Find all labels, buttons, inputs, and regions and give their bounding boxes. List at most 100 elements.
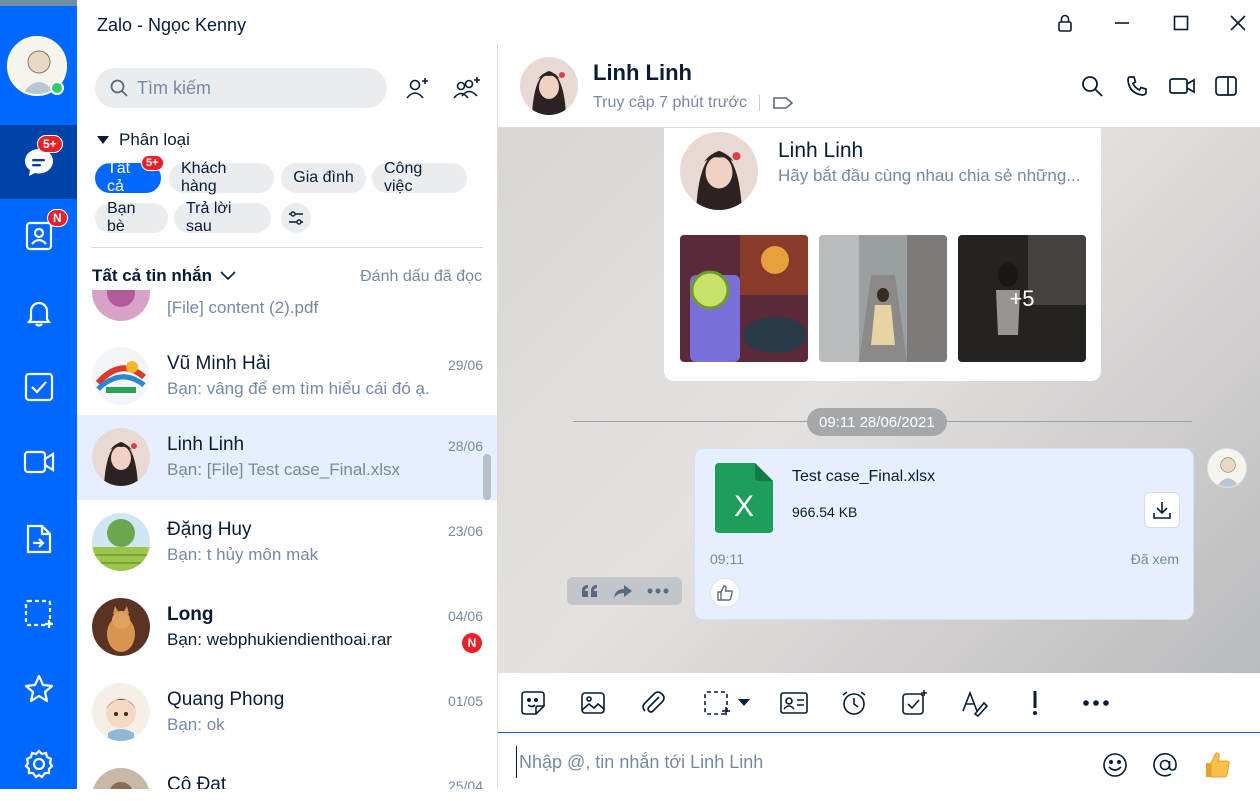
- rail-messages[interactable]: 5+: [0, 125, 77, 199]
- send-image-button[interactable]: [577, 687, 609, 719]
- list-item[interactable]: Cô Đạt 25/04: [77, 755, 497, 789]
- phone-icon: [1125, 74, 1149, 98]
- conversation-preview: Bạn: ok: [167, 715, 225, 734]
- assign-task-button[interactable]: [898, 687, 930, 719]
- close-icon: [1229, 14, 1247, 32]
- filter-section-toggle[interactable]: Phân loại: [97, 130, 190, 150]
- video-call-button[interactable]: [1167, 71, 1197, 101]
- voice-call-button[interactable]: [1122, 71, 1152, 101]
- rail-contacts[interactable]: N: [0, 199, 77, 273]
- window-frame: [0, 0, 77, 6]
- search-icon: [109, 78, 129, 98]
- sticker-button[interactable]: [517, 687, 549, 719]
- conversation-name: Vũ Minh Hải: [167, 353, 271, 374]
- conversation-preview: Bạn: vâng để em tìm hiểu cái đó ạ.: [167, 379, 430, 398]
- avatar: [92, 428, 150, 486]
- forward-icon[interactable]: [613, 583, 633, 599]
- list-filter-dropdown[interactable]: Tất cả tin nhắn: [92, 266, 236, 286]
- list-item[interactable]: Linh Linh Bạn: [File] Test case_Final.xl…: [77, 415, 497, 500]
- thumbs-up-icon: [1202, 750, 1232, 780]
- sticker-icon: [519, 689, 547, 717]
- scrollbar-thumb[interactable]: [483, 454, 491, 500]
- react-button[interactable]: [710, 578, 740, 608]
- list-item[interactable]: Long Bạn: webphukiendienthoai.rar 04/06 …: [77, 585, 497, 670]
- more-options-button[interactable]: [1080, 687, 1112, 719]
- rail-video[interactable]: [0, 425, 77, 499]
- search-input[interactable]: Tìm kiếm: [95, 68, 387, 108]
- chip-settings-button[interactable]: [281, 203, 311, 233]
- screenshot-button[interactable]: [698, 687, 754, 719]
- maximize-button[interactable]: [1166, 8, 1196, 38]
- mark-important-button[interactable]: [1019, 687, 1051, 719]
- toggle-info-panel-button[interactable]: [1211, 71, 1241, 101]
- conversation-name: Cô Đạt: [167, 774, 227, 789]
- list-item[interactable]: Đặng Huy Bạn: t hủy môn mak 23/06: [77, 500, 497, 585]
- file-message-bubble[interactable]: X Test case_Final.xlsx 966.54 KB 09:11 Đ…: [694, 448, 1194, 620]
- conversation-date: 23/06: [447, 523, 483, 539]
- close-button[interactable]: [1223, 8, 1253, 38]
- lock-button[interactable]: [1050, 8, 1080, 38]
- conversation-preview: Bạn: webphukiendienthoai.rar: [167, 630, 392, 649]
- create-group-button[interactable]: [451, 72, 483, 104]
- minimize-icon: [1113, 14, 1131, 32]
- rail-todo[interactable]: [0, 350, 77, 424]
- rail-settings[interactable]: [0, 727, 77, 801]
- conversation-preview: [File] content (2).pdf: [167, 298, 319, 317]
- quote-icon[interactable]: [580, 583, 600, 599]
- message-composer: [498, 734, 1260, 789]
- chip-friends[interactable]: Bạn bè: [95, 200, 168, 235]
- chat-avatar[interactable]: [520, 57, 578, 115]
- profile-photo[interactable]: [819, 235, 947, 362]
- reminder-button[interactable]: [838, 687, 870, 719]
- divider: [91, 247, 483, 248]
- chat-status: Truy cập 7 phút trước: [593, 94, 794, 112]
- filter-title: Phân loại: [119, 130, 190, 149]
- profile-intro-card[interactable]: Linh Linh Hãy bắt đầu cùng nhau chia sẻ …: [664, 128, 1101, 381]
- avatar: [680, 132, 758, 210]
- quick-like-button[interactable]: [1202, 750, 1232, 780]
- search-icon: [1080, 74, 1104, 98]
- conversation-name: Linh Linh: [167, 434, 245, 455]
- list-item[interactable]: [File] content (2).pdf: [77, 290, 497, 335]
- image-icon: [579, 689, 607, 717]
- mark-all-read-button[interactable]: Đánh dấu đã đọc: [360, 268, 482, 286]
- avatar: [92, 598, 150, 656]
- list-item[interactable]: Vũ Minh Hải Bạn: vâng để em tìm hiểu cái…: [77, 334, 497, 419]
- format-icon: [960, 689, 988, 717]
- tag-icon[interactable]: [772, 95, 794, 111]
- text-format-button[interactable]: [958, 687, 990, 719]
- message-input[interactable]: [516, 746, 1076, 778]
- messages-badge: 5+: [37, 135, 63, 153]
- add-friend-button[interactable]: [402, 72, 434, 104]
- rail-screenshot[interactable]: [0, 577, 77, 651]
- conversation-sidebar: Tìm kiếm Phân loại Tất cả 5+ Khách hàng …: [77, 44, 498, 789]
- rail-favorites[interactable]: [0, 652, 77, 726]
- profile-photo-more[interactable]: +5: [958, 235, 1086, 362]
- chip-family[interactable]: Gia đình: [281, 163, 366, 193]
- chip-reply-later[interactable]: Trả lời sau: [174, 200, 271, 235]
- profile-photo[interactable]: [680, 235, 808, 362]
- attach-file-button[interactable]: [637, 687, 669, 719]
- rail-notifications[interactable]: [0, 276, 77, 350]
- star-icon: [23, 673, 55, 705]
- gear-icon: [23, 748, 55, 780]
- download-button[interactable]: [1144, 492, 1180, 528]
- conversation-date: 28/06: [447, 438, 483, 454]
- chip-customers[interactable]: Khách hàng: [169, 160, 274, 195]
- caret-down-icon: [738, 699, 750, 707]
- emoji-button[interactable]: [1100, 750, 1130, 780]
- more-icon[interactable]: [647, 588, 669, 594]
- unread-badge: N: [462, 633, 482, 653]
- chip-work[interactable]: Công việc: [372, 160, 467, 195]
- conversation-date: 25/04: [447, 778, 483, 789]
- contact-card-icon: [779, 689, 809, 717]
- mention-button[interactable]: [1150, 750, 1180, 780]
- search-messages-button[interactable]: [1077, 71, 1107, 101]
- rail-documents[interactable]: [0, 502, 77, 576]
- send-contact-card-button[interactable]: [778, 687, 810, 719]
- list-item[interactable]: Quang Phong Bạn: ok 01/05: [77, 670, 497, 755]
- chevron-down-icon: [220, 271, 236, 281]
- minimize-button[interactable]: [1107, 8, 1137, 38]
- avatar: [92, 683, 150, 741]
- divider: [759, 95, 760, 111]
